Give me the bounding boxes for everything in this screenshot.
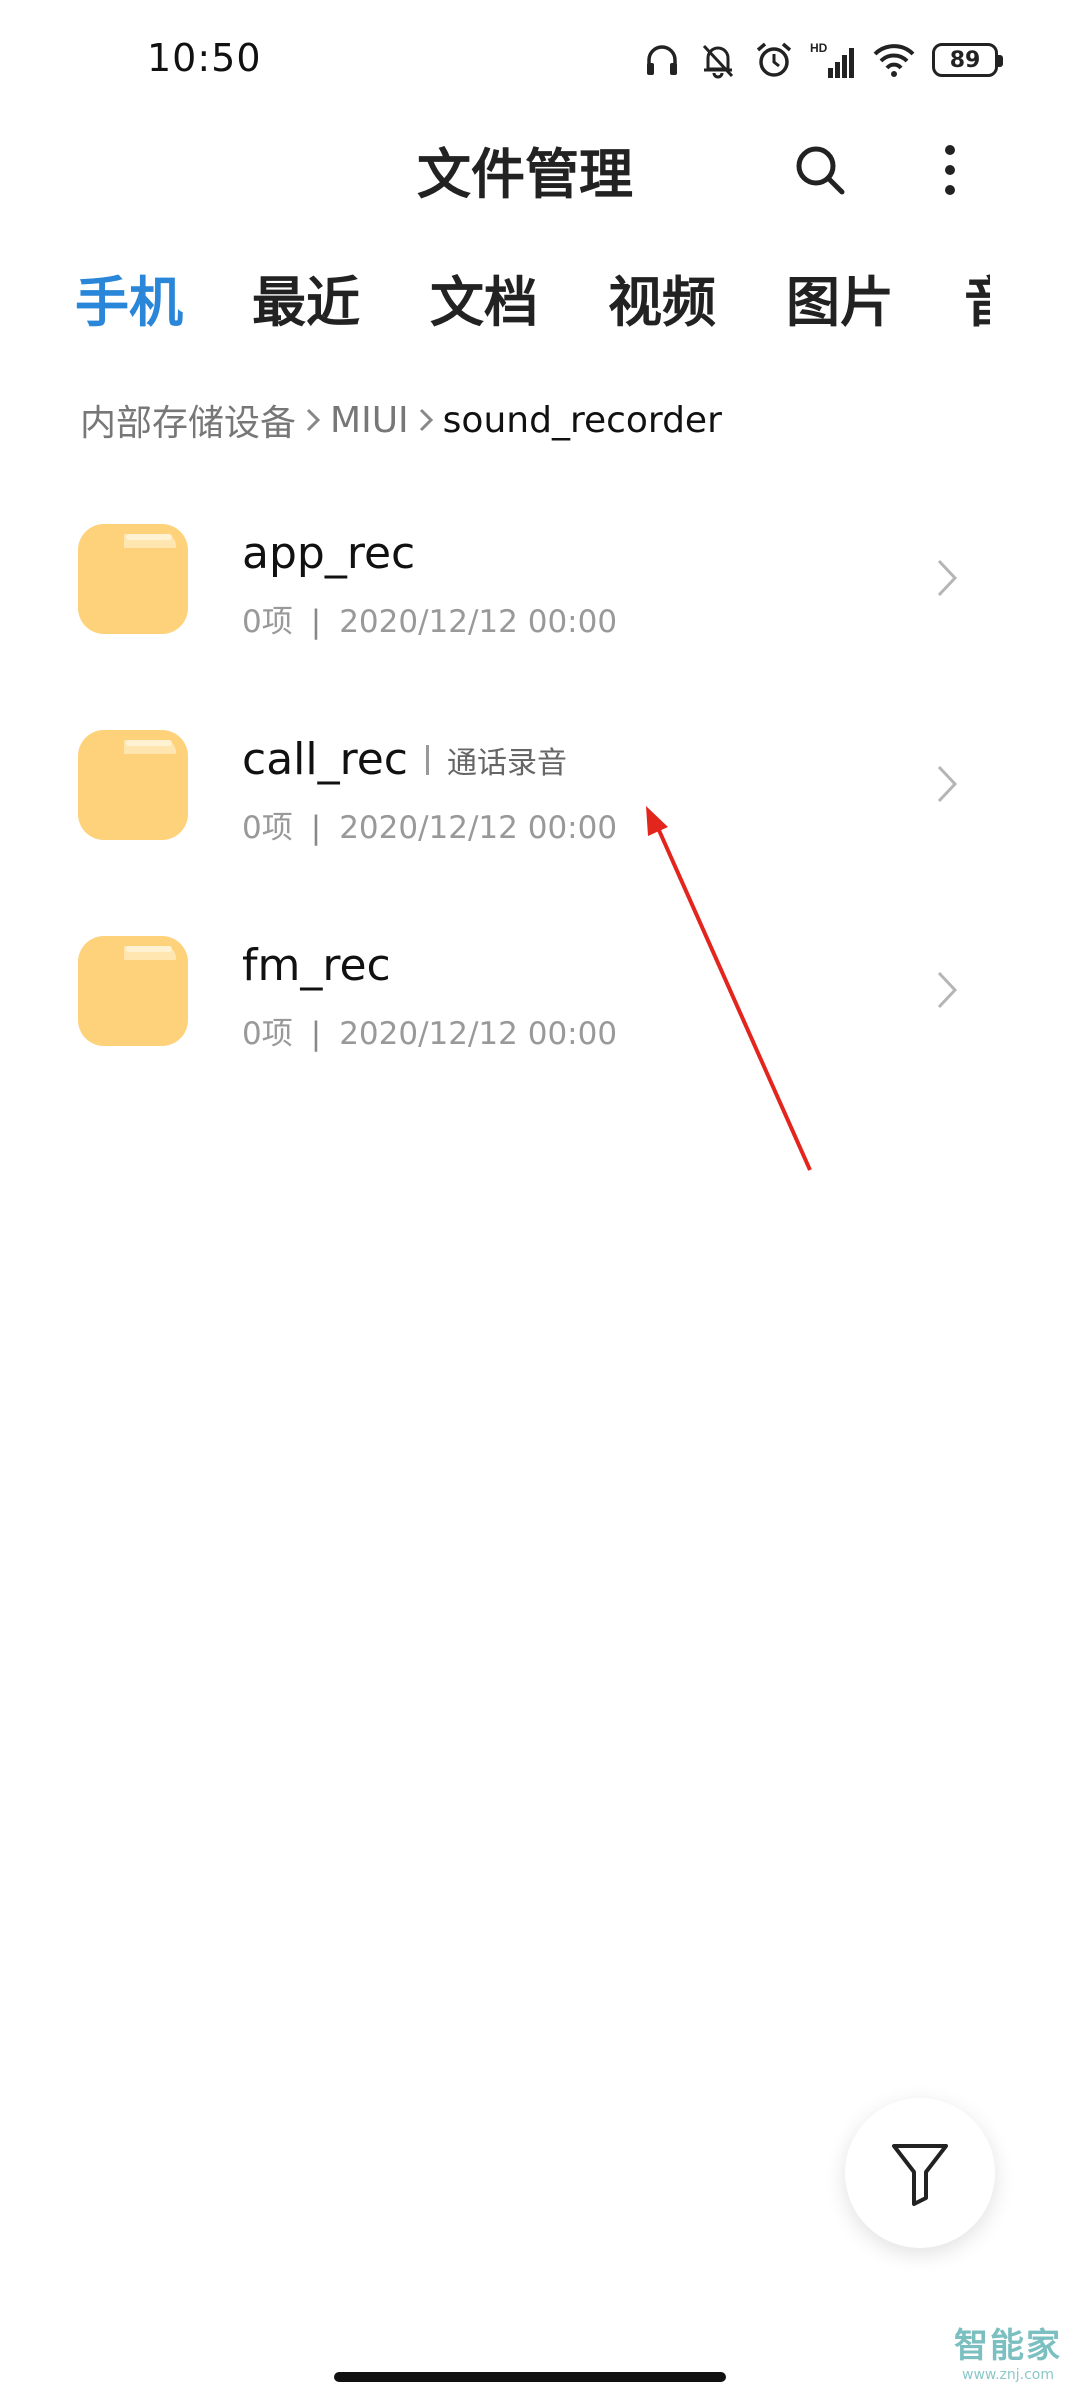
folder-name: call_rec 通话录音 xyxy=(242,734,567,785)
svg-text:HD: HD xyxy=(810,41,828,55)
chevron-right-icon xyxy=(937,559,958,597)
home-indicator[interactable] xyxy=(334,2372,726,2382)
chevron-right-icon xyxy=(937,765,958,803)
tab-phone[interactable]: 手机 xyxy=(75,258,183,337)
page-title: 文件管理 xyxy=(417,143,633,206)
wifi-icon xyxy=(873,44,915,77)
filter-icon xyxy=(892,2144,948,2206)
modified-date: 2020/12/12 00:00 xyxy=(339,604,618,640)
headphones-icon xyxy=(647,45,677,75)
tab-recent[interactable]: 最近 xyxy=(252,258,360,337)
folder-meta: 0项 | 2020/12/12 00:00 xyxy=(242,1016,618,1052)
folder-icon xyxy=(78,524,188,634)
battery-level: 89 xyxy=(949,47,981,73)
chevron-right-icon xyxy=(937,971,958,1009)
folder-meta: 0项 | 2020/12/12 00:00 xyxy=(242,810,618,846)
modified-date: 2020/12/12 00:00 xyxy=(339,1016,618,1052)
folder-name: app_rec xyxy=(242,528,416,579)
item-count: 0项 xyxy=(242,810,293,846)
breadcrumb-item-current: sound_recorder xyxy=(442,399,722,441)
tab-images[interactable]: 图片 xyxy=(786,258,894,337)
search-icon[interactable] xyxy=(790,140,850,200)
list-item[interactable]: call_rec 通话录音 0项 | 2020/12/12 00:00 xyxy=(0,706,1080,912)
folder-name: fm_rec xyxy=(242,940,391,991)
watermark-logo: 智能家 www.znj.com xyxy=(954,2326,1062,2383)
filter-button[interactable] xyxy=(845,2098,995,2248)
annotation-arrow xyxy=(646,806,812,1171)
list-item[interactable]: fm_rec 0项 | 2020/12/12 00:00 xyxy=(0,912,1080,1118)
status-bar: 10:50 HD 89 xyxy=(0,0,1080,120)
modified-date: 2020/12/12 00:00 xyxy=(339,810,618,846)
chevron-right-icon xyxy=(306,408,321,432)
hd-signal-icon: HD xyxy=(810,41,854,78)
folder-meta: 0项 | 2020/12/12 00:00 xyxy=(242,604,618,640)
file-manager-screen: 10:50 HD 89 文件管理 手机 最近 文档 视频 图片 内部存储设备 M… xyxy=(0,0,1080,2400)
alarm-icon xyxy=(756,42,792,77)
more-vertical-icon[interactable] xyxy=(920,140,980,200)
app-header: 文件管理 xyxy=(0,120,1080,220)
status-icons: HD 89 xyxy=(642,36,1003,84)
list-item[interactable]: app_rec 0项 | 2020/12/12 00:00 xyxy=(0,500,1080,706)
tab-audio[interactable]: 音 xyxy=(964,258,990,337)
item-count: 0项 xyxy=(242,604,293,640)
mute-bell-icon xyxy=(702,44,734,79)
item-count: 0项 xyxy=(242,1016,293,1052)
tag-divider xyxy=(426,744,429,775)
chevron-right-icon xyxy=(419,408,433,432)
battery-icon: 89 xyxy=(932,43,1003,77)
breadcrumb: 内部存储设备 MIUI sound_recorder xyxy=(80,392,722,448)
breadcrumb-item-miui[interactable]: MIUI xyxy=(330,400,409,441)
breadcrumb-item-internal-storage[interactable]: 内部存储设备 xyxy=(80,394,296,446)
folder-tag: 通话录音 xyxy=(426,738,567,782)
status-time: 10:50 xyxy=(147,36,262,80)
folder-icon xyxy=(78,730,188,840)
tab-documents[interactable]: 文档 xyxy=(430,258,538,337)
category-tabs: 手机 最近 文档 视频 图片 音 xyxy=(0,240,1080,340)
tab-videos[interactable]: 视频 xyxy=(608,258,716,337)
folder-icon xyxy=(78,936,188,1046)
